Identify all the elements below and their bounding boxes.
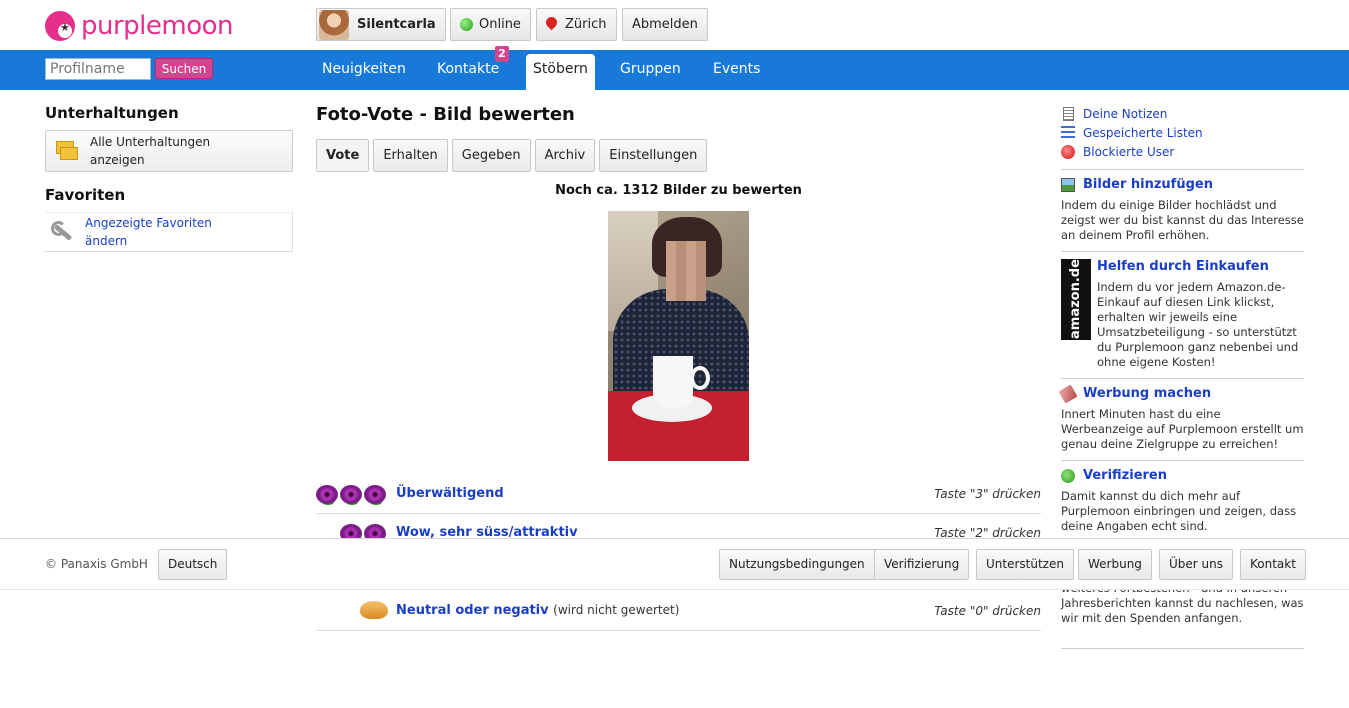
contacts-count-badge: 2 xyxy=(495,46,509,62)
footer-support-button[interactable]: Unterstützen xyxy=(976,549,1074,580)
envelopes-icon xyxy=(56,141,78,161)
online-status-label: Online xyxy=(479,17,521,32)
nav-contacts[interactable]: Kontakte xyxy=(437,50,499,90)
logo-text: purplemoon xyxy=(81,11,234,41)
tag-icon xyxy=(1058,383,1078,404)
ads-title: Werbung machen xyxy=(1083,386,1212,401)
blocked-users-link[interactable]: Blockierte User xyxy=(1083,145,1174,159)
favorites-box: Angezeigte Favoriten ändern xyxy=(45,212,293,252)
footer-advertising-button[interactable]: Werbung xyxy=(1078,549,1152,580)
shopping-heading[interactable]: Helfen durch Einkaufen xyxy=(1097,259,1304,274)
shopping-text: Indem du vor jedem Amazon.de-Einkauf auf… xyxy=(1097,280,1299,369)
tab-vote[interactable]: Vote xyxy=(316,139,370,172)
list-icon xyxy=(1061,125,1075,140)
map-pin-icon xyxy=(543,14,560,31)
divider xyxy=(1061,169,1304,170)
vote-photo xyxy=(608,211,749,461)
conversations-heading: Unterhaltungen xyxy=(45,104,179,122)
add-images-title: Bilder hinzufügen xyxy=(1083,177,1213,192)
divider xyxy=(1061,648,1304,649)
main-navigation: Suchen Neuigkeiten Kontakte Stöbern Grup… xyxy=(0,50,1349,90)
ads-heading[interactable]: Werbung machen xyxy=(1058,383,1304,404)
profile-search-input[interactable] xyxy=(45,58,151,80)
footer-bar: © Panaxis GmbH Deutsch Nutzungsbedingung… xyxy=(0,538,1349,590)
vote-key-hint: Taste "0" drücken xyxy=(934,604,1041,618)
purplemoon-logo[interactable]: ★ purplemoon xyxy=(45,9,234,43)
nav-news[interactable]: Neuigkeiten xyxy=(322,50,406,90)
copyright-text: © Panaxis GmbH xyxy=(45,557,148,571)
nav-browse[interactable]: Stöbern xyxy=(526,54,595,90)
user-profile-button[interactable]: Silentcarla xyxy=(316,8,446,41)
footer-verification-button[interactable]: Verifizierung xyxy=(874,549,970,580)
page-title: Foto-Vote - Bild bewerten xyxy=(316,104,575,125)
moon-logo-icon: ★ xyxy=(45,11,75,41)
add-images-text: Indem du einige Bilder hochlädst und zei… xyxy=(1061,198,1304,242)
divider xyxy=(1061,251,1304,252)
vote-note-neutral: (wird nicht gewertet) xyxy=(553,603,680,617)
vote-label-overwhelming[interactable]: Überwältigend xyxy=(396,486,504,501)
tab-archive[interactable]: Archiv xyxy=(534,139,596,172)
image-icon xyxy=(1061,177,1075,192)
vote-key-hint: Taste "3" drücken xyxy=(934,487,1041,501)
all-conversations-label: Alle Unterhaltungen anzeigen xyxy=(90,135,211,167)
location-label: Zürich xyxy=(565,17,607,32)
amazon-promo: amazon.de Helfen durch Einkaufen Indem d… xyxy=(1061,259,1304,370)
nav-events[interactable]: Events xyxy=(713,50,760,90)
verify-heading[interactable]: Verifizieren xyxy=(1061,468,1304,483)
online-status-button[interactable]: Online xyxy=(450,8,531,41)
tab-given[interactable]: Gegeben xyxy=(451,139,531,172)
block-icon xyxy=(1061,144,1075,159)
notes-link[interactable]: Deine Notizen xyxy=(1083,107,1167,121)
footer-about-button[interactable]: Über uns xyxy=(1159,549,1233,580)
vote-label-neutral-wrap: Neutral oder negativ (wird nicht gewerte… xyxy=(396,603,679,618)
sidebar-link-notes[interactable]: Deine Notizen xyxy=(1061,104,1304,123)
wrench-icon xyxy=(51,221,73,243)
tab-received[interactable]: Erhalten xyxy=(373,139,448,172)
footer-terms-button[interactable]: Nutzungsbedingungen xyxy=(719,549,875,580)
vote-label-neutral[interactable]: Neutral oder negativ xyxy=(396,603,549,618)
vote-tabs: Vote Erhalten Gegeben Archiv Einstellung… xyxy=(316,139,711,172)
footer-contact-button[interactable]: Kontakt xyxy=(1240,549,1306,580)
tab-settings[interactable]: Einstellungen xyxy=(599,139,708,172)
left-sidebar: Unterhaltungen Alle Unterhaltungen anzei… xyxy=(45,104,293,252)
vote-option-0[interactable]: Neutral oder negativ (wird nicht gewerte… xyxy=(316,592,1041,631)
remaining-count: Noch ca. 1312 Bilder zu bewerten xyxy=(555,183,802,198)
edit-favorites-link[interactable]: Angezeigte Favoriten ändern xyxy=(85,214,225,250)
sidebar-link-lists[interactable]: Gespeicherte Listen xyxy=(1061,123,1304,142)
online-dot-icon xyxy=(460,18,473,31)
nav-groups[interactable]: Gruppen xyxy=(620,50,681,90)
check-icon xyxy=(1061,468,1075,483)
all-conversations-button[interactable]: Alle Unterhaltungen anzeigen xyxy=(45,130,293,172)
language-button[interactable]: Deutsch xyxy=(158,549,228,580)
amazon-logo[interactable]: amazon.de xyxy=(1061,259,1091,340)
sidebar-link-blocked[interactable]: Blockierte User xyxy=(1061,142,1304,161)
vote-option-3[interactable]: Überwältigend Taste "3" drücken xyxy=(316,475,1041,514)
ads-text: Innert Minuten hast du eine Werbeanzeige… xyxy=(1061,407,1304,451)
right-sidebar: Deine Notizen Gespeicherte Listen Blocki… xyxy=(1058,104,1304,534)
search-button[interactable]: Suchen xyxy=(155,58,213,79)
notepad-icon xyxy=(1063,106,1074,121)
saved-lists-link[interactable]: Gespeicherte Listen xyxy=(1083,126,1203,140)
logout-button[interactable]: Abmelden xyxy=(622,8,708,41)
verify-title: Verifizieren xyxy=(1083,468,1167,483)
divider xyxy=(1061,378,1304,379)
avatar xyxy=(319,9,349,40)
croissant-icon xyxy=(360,601,388,619)
favorites-heading: Favoriten xyxy=(45,186,126,204)
user-name: Silentcarla xyxy=(357,17,436,32)
three-flowers-icon xyxy=(316,475,388,514)
location-button[interactable]: Zürich xyxy=(536,8,617,41)
verify-text: Damit kannst du dich mehr auf Purplemoon… xyxy=(1061,489,1297,533)
top-header: ★ purplemoon Silentcarla Online Zürich A… xyxy=(0,0,1349,50)
divider xyxy=(1061,460,1304,461)
add-images-heading[interactable]: Bilder hinzufügen xyxy=(1061,177,1304,192)
